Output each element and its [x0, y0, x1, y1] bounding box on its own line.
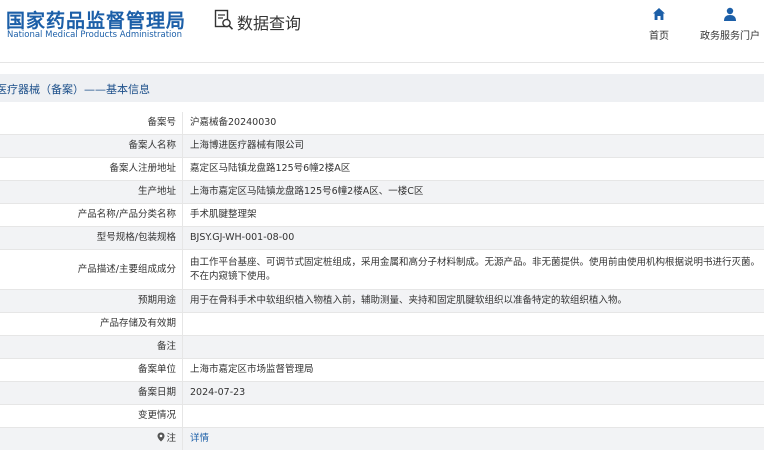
table-row: 产品存储及有效期 — [0, 312, 764, 336]
row-value: 嘉定区马陆镇龙盘路125号6幢2楼A区 — [182, 157, 764, 181]
site-logo-cn[interactable]: 国家药品监督管理局 — [6, 6, 186, 33]
table-row: 备案日期 2024-07-23 — [0, 381, 764, 405]
row-label: 产品名称/产品分类名称 — [0, 203, 183, 227]
row-label: 型号规格/包装规格 — [0, 226, 183, 250]
row-value: 用于在骨科手术中软组织植入物植入前，辅助测量、夹持和固定肌腱软组织以准备特定的软… — [182, 289, 764, 313]
section-header: 医疗器械（备案）——基本信息 — [0, 74, 764, 102]
site-logo-en[interactable]: National Medical Products Administration — [7, 30, 182, 40]
nav-gov-service-label: 政务服务门户 — [700, 31, 760, 42]
nav-gov-service-link[interactable]: 政务服务门户 — [695, 6, 764, 42]
row-value: 沪嘉械备20240030 — [182, 112, 764, 135]
row-label: 生产地址 — [0, 180, 183, 204]
table-row: 变更情况 — [0, 404, 764, 428]
table-row: 备案人名称 上海博进医疗器械有限公司 — [0, 134, 764, 158]
row-value — [182, 335, 764, 359]
nav-home-link[interactable]: 首页 — [642, 6, 676, 42]
row-value: BJSY.GJ-WH-001-08-00 — [182, 226, 764, 250]
note-label: 注 — [166, 432, 176, 444]
row-value — [182, 404, 764, 428]
row-label: 备案号 — [0, 112, 183, 135]
location-pin-icon — [157, 432, 165, 447]
row-value — [182, 312, 764, 336]
row-value: 手术肌腱整理架 — [182, 203, 764, 227]
user-icon — [723, 6, 737, 25]
row-label: 备案日期 — [0, 381, 183, 405]
table-row: 生产地址 上海市嘉定区马陆镇龙盘路125号6幢2楼A区、一楼C区 — [0, 180, 764, 204]
row-label: 预期用途 — [0, 289, 183, 313]
table-row: 产品名称/产品分类名称 手术肌腱整理架 — [0, 203, 764, 227]
data-query-title: 数据查询 — [214, 9, 302, 35]
home-icon — [652, 6, 666, 25]
row-value: 2024-07-23 — [182, 381, 764, 405]
row-value: 上海博进医疗器械有限公司 — [182, 134, 764, 158]
table-row: 产品描述/主要组成成分 由工作平台基座、可调节式固定桩组成，采用金属和高分子材料… — [0, 249, 764, 290]
row-label: 备案单位 — [0, 358, 183, 382]
table-row: 型号规格/包装规格 BJSY.GJ-WH-001-08-00 — [0, 226, 764, 250]
row-label: 备案人名称 — [0, 134, 183, 158]
table-row: 预期用途 用于在骨科手术中软组织植入物植入前，辅助测量、夹持和固定肌腱软组织以准… — [0, 289, 764, 313]
table-row: 备案号 沪嘉械备20240030 — [0, 112, 764, 135]
row-value: 上海市嘉定区市场监督管理局 — [182, 358, 764, 382]
row-label: 产品存储及有效期 — [0, 312, 183, 336]
record-info-table: 备案号 沪嘉械备20240030 备案人名称 上海博进医疗器械有限公司 备案人注… — [0, 112, 764, 450]
header-divider — [0, 62, 764, 63]
section-title: 医疗器械（备案）——基本信息 — [0, 83, 150, 96]
site-header: 国家药品监督管理局 National Medical Products Admi… — [0, 0, 764, 48]
row-label: 变更情况 — [0, 404, 183, 428]
details-link[interactable]: 详情 — [190, 433, 209, 444]
note-row-label: 注 — [0, 427, 183, 450]
row-label: 备注 — [0, 335, 183, 359]
nav-home-label: 首页 — [649, 31, 669, 42]
data-search-icon — [214, 9, 234, 35]
row-label: 备案人注册地址 — [0, 157, 183, 181]
table-row: 备案单位 上海市嘉定区市场监督管理局 — [0, 358, 764, 382]
row-label: 产品描述/主要组成成分 — [0, 249, 183, 290]
data-query-label: 数据查询 — [237, 14, 302, 33]
table-row: 备注 — [0, 335, 764, 359]
row-value: 上海市嘉定区马陆镇龙盘路125号6幢2楼A区、一楼C区 — [182, 180, 764, 204]
row-value: 由工作平台基座、可调节式固定桩组成，采用金属和高分子材料制成。无源产品。非无菌提… — [182, 249, 764, 290]
row-value: 详情 — [182, 427, 764, 450]
table-row: 注 详情 — [0, 427, 764, 450]
table-row: 备案人注册地址 嘉定区马陆镇龙盘路125号6幢2楼A区 — [0, 157, 764, 181]
